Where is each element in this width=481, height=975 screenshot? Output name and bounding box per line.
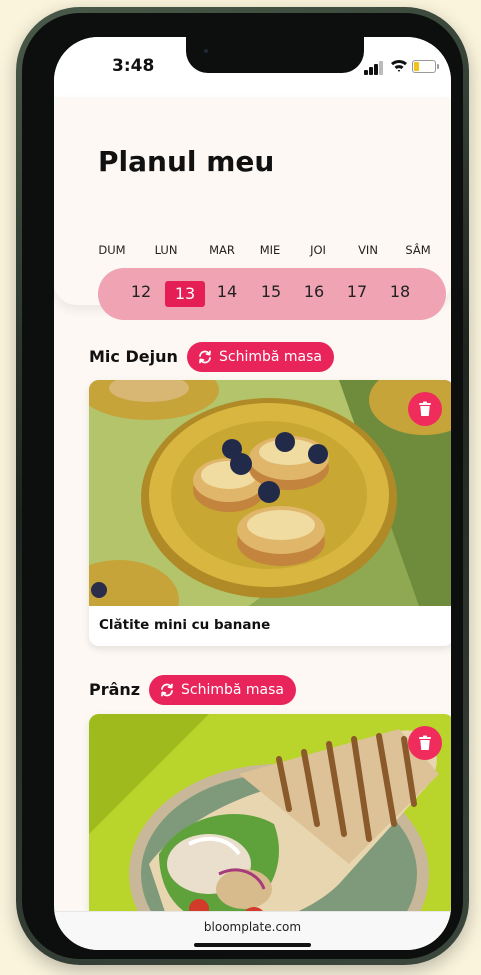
signal-icon [364,59,386,75]
day-name-mar: MAR [209,243,235,257]
phone-frame: 3:48 Planul meu DUM LUN MAR MIE JOI VIN … [16,7,469,965]
swap-meal-label: Schimbă masa [181,682,284,698]
battery-icon [412,60,439,73]
day-name-dum: DUM [98,243,126,257]
date-15[interactable]: 15 [256,282,286,301]
header-card: Planul meu DUM LUN MAR MIE JOI VIN SÂM 1… [54,97,451,320]
app-screen: 3:48 Planul meu DUM LUN MAR MIE JOI VIN … [54,37,451,950]
home-indicator[interactable] [194,943,311,947]
camera-dot [204,49,208,53]
day-name-vin: VIN [358,243,378,257]
date-18[interactable]: 18 [385,282,415,301]
day-name-joi: JOI [310,243,326,257]
refresh-icon [199,350,211,364]
section-title-breakfast: Mic Dejun [89,347,178,366]
meal-photo-pancakes [89,380,451,606]
browser-footer-bar: bloomplate.com [54,911,451,950]
notch [186,37,364,73]
trash-icon [419,401,431,416]
page-title: Planul meu [98,145,275,178]
meal-photo-wrap [89,714,451,944]
week-date-selector: 12 13 14 15 16 17 18 [98,268,446,320]
weekday-row: DUM LUN MAR MIE JOI VIN SÂM [90,243,450,257]
refresh-icon [161,683,173,697]
meal-card-breakfast[interactable]: Clătite mini cu banane [89,380,451,646]
date-12[interactable]: 12 [126,282,156,301]
delete-meal-button-lunch[interactable] [408,726,442,760]
date-16[interactable]: 16 [299,282,329,301]
section-title-lunch: Prânz [89,680,141,699]
swap-meal-label: Schimbă masa [219,349,322,365]
swap-meal-button-lunch[interactable]: Schimbă masa [149,675,296,705]
status-time: 3:48 [112,56,155,76]
date-17[interactable]: 17 [342,282,372,301]
meal-card-lunch[interactable] [89,714,451,944]
swap-meal-button-breakfast[interactable]: Schimbă masa [187,342,334,372]
date-14[interactable]: 14 [212,282,242,301]
day-name-lun: LUN [154,243,178,257]
meal-name-breakfast: Clătite mini cu banane [99,617,271,633]
day-name-sam: SÂM [405,243,431,257]
day-name-mie: MIE [259,243,281,257]
trash-icon [419,735,431,750]
delete-meal-button-breakfast[interactable] [408,392,442,426]
date-13-selected[interactable]: 13 [165,281,205,307]
wifi-icon [391,59,407,72]
site-url[interactable]: bloomplate.com [54,920,451,934]
